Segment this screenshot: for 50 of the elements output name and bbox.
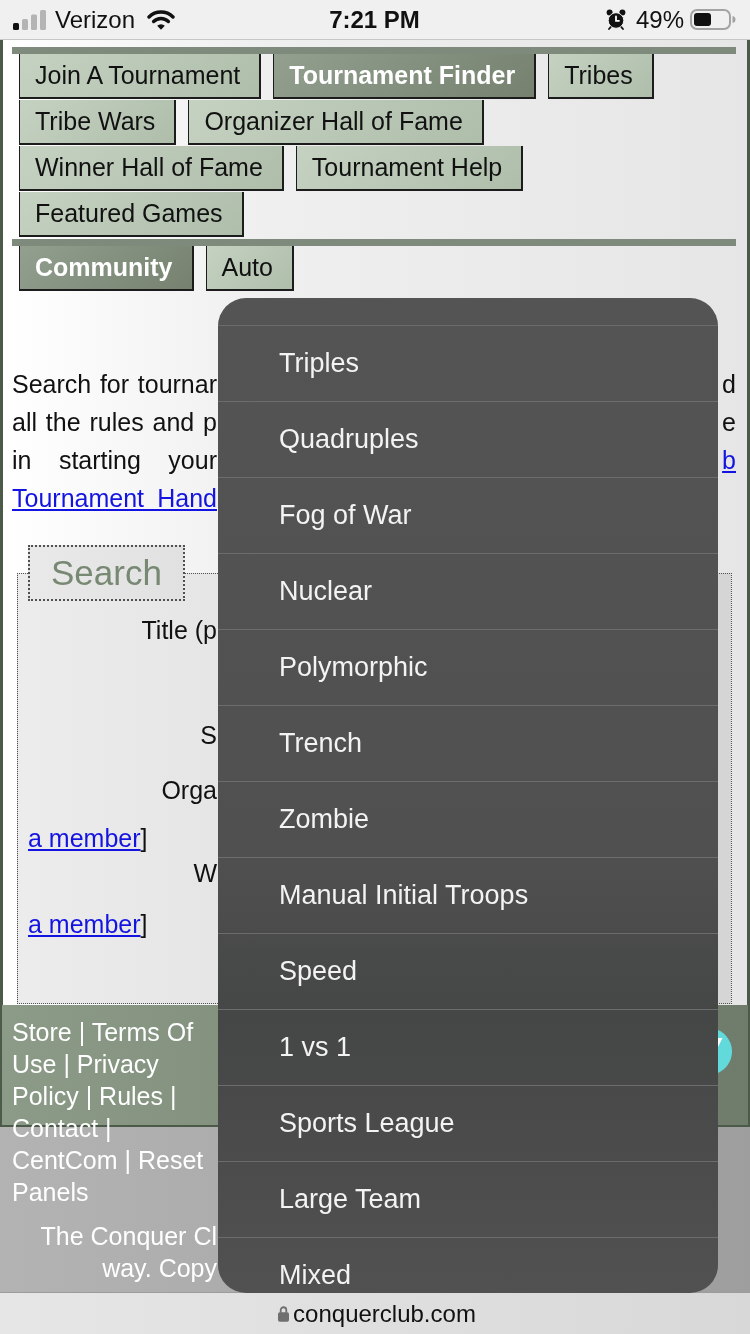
wifi-icon bbox=[147, 9, 176, 30]
nav-tab[interactable]: Join A Tournament bbox=[19, 54, 262, 99]
nav-tab[interactable]: Tournament Finder bbox=[273, 54, 537, 99]
battery-icon bbox=[690, 9, 736, 30]
text-link[interactable]: Tournament Hand bbox=[12, 483, 217, 513]
intro-text: e bbox=[722, 407, 736, 437]
text-link[interactable]: b bbox=[722, 445, 736, 475]
intro-text: Search for tournar bbox=[12, 369, 217, 399]
menu-option[interactable]: Manual Initial Troops bbox=[218, 857, 718, 933]
menu-option[interactable]: 1 vs 1 bbox=[218, 1009, 718, 1085]
search-legend: Search bbox=[28, 545, 185, 601]
clock-time: 7:21 PM bbox=[329, 5, 420, 34]
bracket-text: ] bbox=[140, 909, 148, 939]
menu-option[interactable]: Trench bbox=[218, 705, 718, 781]
intro-text: in starting your bbox=[12, 445, 217, 475]
menu-option[interactable]: Fog of War bbox=[218, 477, 718, 553]
nav-tab[interactable]: Organizer Hall of Fame bbox=[188, 100, 484, 145]
field-label: W bbox=[193, 858, 217, 888]
nav-tab[interactable]: Tournament Help bbox=[295, 146, 524, 191]
member-link[interactable]: a member bbox=[28, 823, 141, 853]
carrier-name: Verizon bbox=[55, 5, 136, 34]
field-label: Orga bbox=[161, 775, 217, 805]
nav-tab[interactable]: Auto bbox=[205, 246, 294, 291]
bracket-text: ] bbox=[140, 823, 148, 853]
address-bar[interactable]: conquerclub.com bbox=[0, 1292, 750, 1334]
nav-tab[interactable]: Winner Hall of Fame bbox=[19, 146, 284, 191]
url-text: conquerclub.com bbox=[293, 1299, 476, 1328]
copyright-text: way. Copy bbox=[101, 1253, 217, 1284]
nav-tab[interactable]: Tribe Wars bbox=[19, 100, 177, 145]
intro-text: all the rules and p bbox=[12, 407, 217, 437]
signal-icon bbox=[13, 9, 46, 30]
menu-option[interactable]: Polymorphic bbox=[218, 629, 718, 705]
alarm-clock-icon bbox=[605, 9, 626, 30]
menu-option[interactable]: Sports League bbox=[218, 1085, 718, 1161]
nav-tab[interactable]: Featured Games bbox=[19, 192, 244, 237]
member-link[interactable]: a member bbox=[28, 909, 141, 939]
field-label: S bbox=[200, 720, 217, 750]
nav-tab[interactable]: Tribes bbox=[548, 54, 654, 99]
menu-option[interactable]: Nuclear bbox=[218, 553, 718, 629]
lock-icon bbox=[278, 1305, 290, 1322]
menu-option[interactable]: Quadruples bbox=[218, 401, 718, 477]
intro-text: d bbox=[722, 369, 736, 399]
menu-option[interactable]: Speed bbox=[218, 933, 718, 1009]
battery-percent: 49% bbox=[635, 5, 684, 34]
menu-option[interactable]: Mixed bbox=[218, 1237, 718, 1293]
menu-option[interactable]: Large Team bbox=[218, 1161, 718, 1237]
copyright-text: The Conquer Cl bbox=[39, 1221, 217, 1252]
menu-option[interactable]: Triples bbox=[218, 325, 718, 401]
field-label: Title (p bbox=[141, 615, 217, 645]
menu-option[interactable]: Zombie bbox=[218, 781, 718, 857]
